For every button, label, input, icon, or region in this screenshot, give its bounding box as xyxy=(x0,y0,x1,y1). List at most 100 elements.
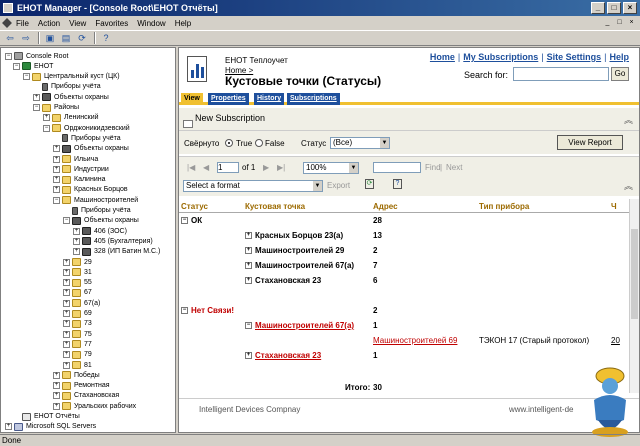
expand-icon[interactable]: + xyxy=(245,247,252,255)
tab-history[interactable]: History xyxy=(254,93,285,105)
table-row[interactable]: + Стахановская 23 xyxy=(245,351,321,360)
collapse-icon[interactable]: − xyxy=(245,322,252,330)
tree-item[interactable]: + Ленинский xyxy=(43,113,99,123)
table-row[interactable]: − Нет Связи! xyxy=(181,306,234,315)
expand-icon[interactable]: + xyxy=(53,145,60,153)
address-link[interactable]: Машиностроителей 69 xyxy=(373,336,457,345)
collapse-icon[interactable]: − xyxy=(53,196,60,204)
site-settings-link[interactable]: Site Settings xyxy=(547,52,602,62)
menu-favorites[interactable]: Favorites xyxy=(95,19,128,28)
collapse-up-icon[interactable]: ︽ xyxy=(624,113,633,126)
system-menu-icon[interactable] xyxy=(2,18,12,28)
minimize-button[interactable]: _ xyxy=(591,2,605,14)
expand-icon[interactable]: + xyxy=(63,320,70,328)
tree-item[interactable]: +405 (Бухгалтерия) xyxy=(73,236,153,246)
back-icon[interactable]: ⇦ xyxy=(3,32,17,45)
table-row[interactable]: + Машиностроителей 67(а) xyxy=(245,261,354,270)
tree-item[interactable]: − Машиностроителей xyxy=(53,195,138,205)
expand-icon[interactable]: + xyxy=(245,232,252,240)
expand-icon[interactable]: + xyxy=(63,310,70,317)
expand-icon[interactable]: + xyxy=(43,114,50,122)
tab-subscriptions[interactable]: Subscriptions xyxy=(287,93,340,105)
go-button[interactable]: Go xyxy=(611,67,629,81)
mdi-restore-button[interactable]: □ xyxy=(614,18,625,28)
expand-icon[interactable]: + xyxy=(63,279,70,287)
collapse-icon[interactable]: − xyxy=(181,217,188,225)
properties-icon[interactable]: ▤ xyxy=(59,32,73,45)
first-page-icon[interactable]: |◀ xyxy=(187,163,195,172)
forward-icon[interactable]: ⇨ xyxy=(19,32,33,45)
status-select[interactable]: (Все) ▼ xyxy=(330,137,390,149)
tree-item[interactable]: + Калинина xyxy=(53,175,106,185)
tree-item[interactable]: Приборы учёта xyxy=(53,133,121,143)
table-row[interactable]: − ОК xyxy=(181,216,202,225)
expand-icon[interactable]: + xyxy=(73,248,80,256)
tab-properties[interactable]: Properties xyxy=(208,93,249,105)
collapse-icon[interactable]: − xyxy=(33,104,40,111)
expand-icon[interactable]: + xyxy=(53,371,60,379)
true-radio[interactable] xyxy=(225,139,233,147)
tree-item[interactable]: − Центральный куст (ЦК) xyxy=(23,72,120,82)
expand-icon[interactable]: + xyxy=(73,237,80,245)
expand-icon[interactable]: + xyxy=(53,165,60,173)
tree-item[interactable]: +79 xyxy=(63,350,92,360)
collapse-icon[interactable]: − xyxy=(5,52,12,60)
expand-icon[interactable]: + xyxy=(53,186,60,194)
table-row[interactable]: + Красных Борцов 23(а) xyxy=(245,231,343,240)
last-page-icon[interactable]: ▶| xyxy=(277,163,285,172)
expand-icon[interactable]: + xyxy=(63,361,70,369)
refresh-icon[interactable]: ⟳ xyxy=(365,179,374,189)
menu-window[interactable]: Window xyxy=(137,19,165,28)
expand-icon[interactable]: + xyxy=(63,351,70,359)
home-link[interactable]: Home xyxy=(430,52,455,62)
collapse-icon[interactable]: − xyxy=(43,124,50,132)
help-icon[interactable]: ? xyxy=(99,32,113,45)
tree-item[interactable]: +67 xyxy=(63,288,92,298)
find-link[interactable]: Find xyxy=(425,163,441,172)
scrollbar-thumb[interactable] xyxy=(631,229,638,319)
table-row[interactable]: + Стахановская 23 xyxy=(245,276,321,285)
view-report-button[interactable]: View Report xyxy=(557,135,623,150)
page-number-input[interactable] xyxy=(217,162,239,173)
tree-item[interactable]: Приборы учёта xyxy=(33,82,101,92)
genie-assistant-icon[interactable] xyxy=(580,360,635,440)
tree-item[interactable]: + Красных Борцов xyxy=(53,185,128,195)
expand-icon[interactable]: + xyxy=(63,299,70,307)
mdi-minimize-button[interactable]: _ xyxy=(602,18,613,28)
expand-icon[interactable]: + xyxy=(53,382,60,390)
tree-item[interactable]: + Стахановская xyxy=(53,391,119,401)
tree-item[interactable]: − Объекты охраны xyxy=(63,216,139,226)
zoom-select[interactable]: 100% ▼ xyxy=(303,162,359,174)
expand-icon[interactable]: + xyxy=(53,176,60,184)
menu-help[interactable]: Help xyxy=(175,19,191,28)
menu-action[interactable]: Action xyxy=(38,19,60,28)
tree-item[interactable]: − Орджоникидзевский xyxy=(43,123,130,133)
expand-icon[interactable]: + xyxy=(245,262,252,270)
expand-icon[interactable]: + xyxy=(53,155,60,163)
help-icon[interactable]: ? xyxy=(393,179,402,189)
new-subscription-link[interactable]: New Subscription xyxy=(195,113,265,123)
tree-item[interactable]: − Районы xyxy=(33,103,79,113)
collapse-icon[interactable]: − xyxy=(13,62,20,70)
collapse-up-icon[interactable]: ︽ xyxy=(624,179,633,192)
tree-item[interactable]: +406 (ЗОС) xyxy=(73,226,127,236)
expand-icon[interactable]: + xyxy=(245,352,252,360)
close-button[interactable]: × xyxy=(623,2,637,14)
expand-icon[interactable]: + xyxy=(53,392,60,400)
tree-item[interactable]: +69 xyxy=(63,309,92,319)
tab-view[interactable]: View xyxy=(181,93,203,105)
search-input[interactable] xyxy=(513,67,609,81)
tree-item[interactable]: + Уральских рабочих xyxy=(53,401,136,411)
tree-item[interactable]: +67(а) xyxy=(63,298,100,308)
table-row[interactable]: − Машиностроителей 67(а) xyxy=(245,321,354,330)
expand-icon[interactable]: + xyxy=(73,227,80,235)
tree-item[interactable]: +29 xyxy=(63,257,92,267)
refresh-icon[interactable]: ⟳ xyxy=(75,32,89,45)
find-input[interactable] xyxy=(373,162,421,173)
tree-item[interactable]: + Ремонтная xyxy=(53,381,110,391)
expand-icon[interactable]: + xyxy=(5,423,12,431)
tree-item[interactable]: ЕНОТ Отчёты xyxy=(13,412,80,422)
help-link[interactable]: Help xyxy=(609,52,629,62)
tree-item[interactable]: + Объекты охраны xyxy=(33,92,109,102)
expand-icon[interactable]: + xyxy=(63,289,70,297)
